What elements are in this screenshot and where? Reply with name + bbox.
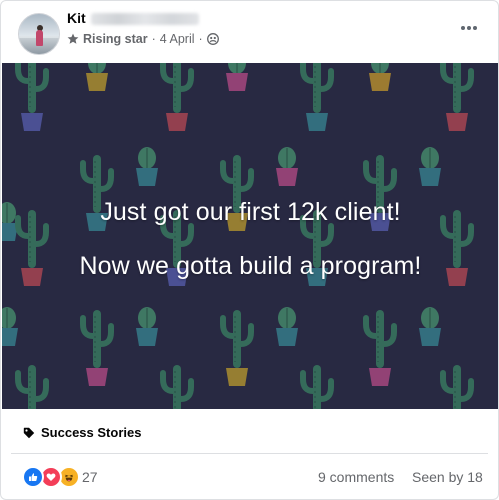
author-name[interactable]: Kit	[67, 10, 86, 26]
author-surname-redacted	[91, 13, 199, 25]
post-date[interactable]: 4 April	[160, 32, 195, 46]
meta-separator: ·	[198, 32, 203, 46]
tag-icon	[23, 427, 35, 438]
topic-label: Success Stories	[41, 425, 142, 440]
group-privacy-icon	[206, 33, 219, 45]
reactions-summary[interactable]	[22, 466, 80, 488]
like-reaction-icon	[22, 466, 44, 488]
post-header: Kit Rising star · 4 April ·	[1, 1, 498, 63]
more-horizontal-icon	[460, 26, 465, 30]
author-avatar[interactable]	[18, 13, 60, 55]
image-caption-line-1: Just got our first 12k client!	[100, 198, 401, 226]
post-meta: Rising star · 4 April ·	[67, 32, 219, 46]
comments-link[interactable]: 9 comments	[318, 469, 394, 485]
seen-by-link[interactable]: Seen by 18	[412, 469, 483, 485]
meta-separator: ·	[151, 32, 156, 46]
cactus-pattern-background	[2, 63, 498, 409]
reaction-count[interactable]: 27	[82, 469, 98, 485]
post-image[interactable]: Just got our first 12k client! Now we go…	[2, 63, 498, 409]
more-options-button[interactable]	[458, 19, 480, 37]
member-badge[interactable]: Rising star	[83, 32, 148, 46]
topic-tag[interactable]: Success Stories	[23, 425, 141, 440]
group-post-card: Kit Rising star · 4 April · Just got our…	[0, 0, 499, 500]
star-icon	[67, 33, 79, 44]
divider	[11, 453, 488, 454]
image-caption-line-2: Now we gotta build a program!	[79, 252, 422, 280]
